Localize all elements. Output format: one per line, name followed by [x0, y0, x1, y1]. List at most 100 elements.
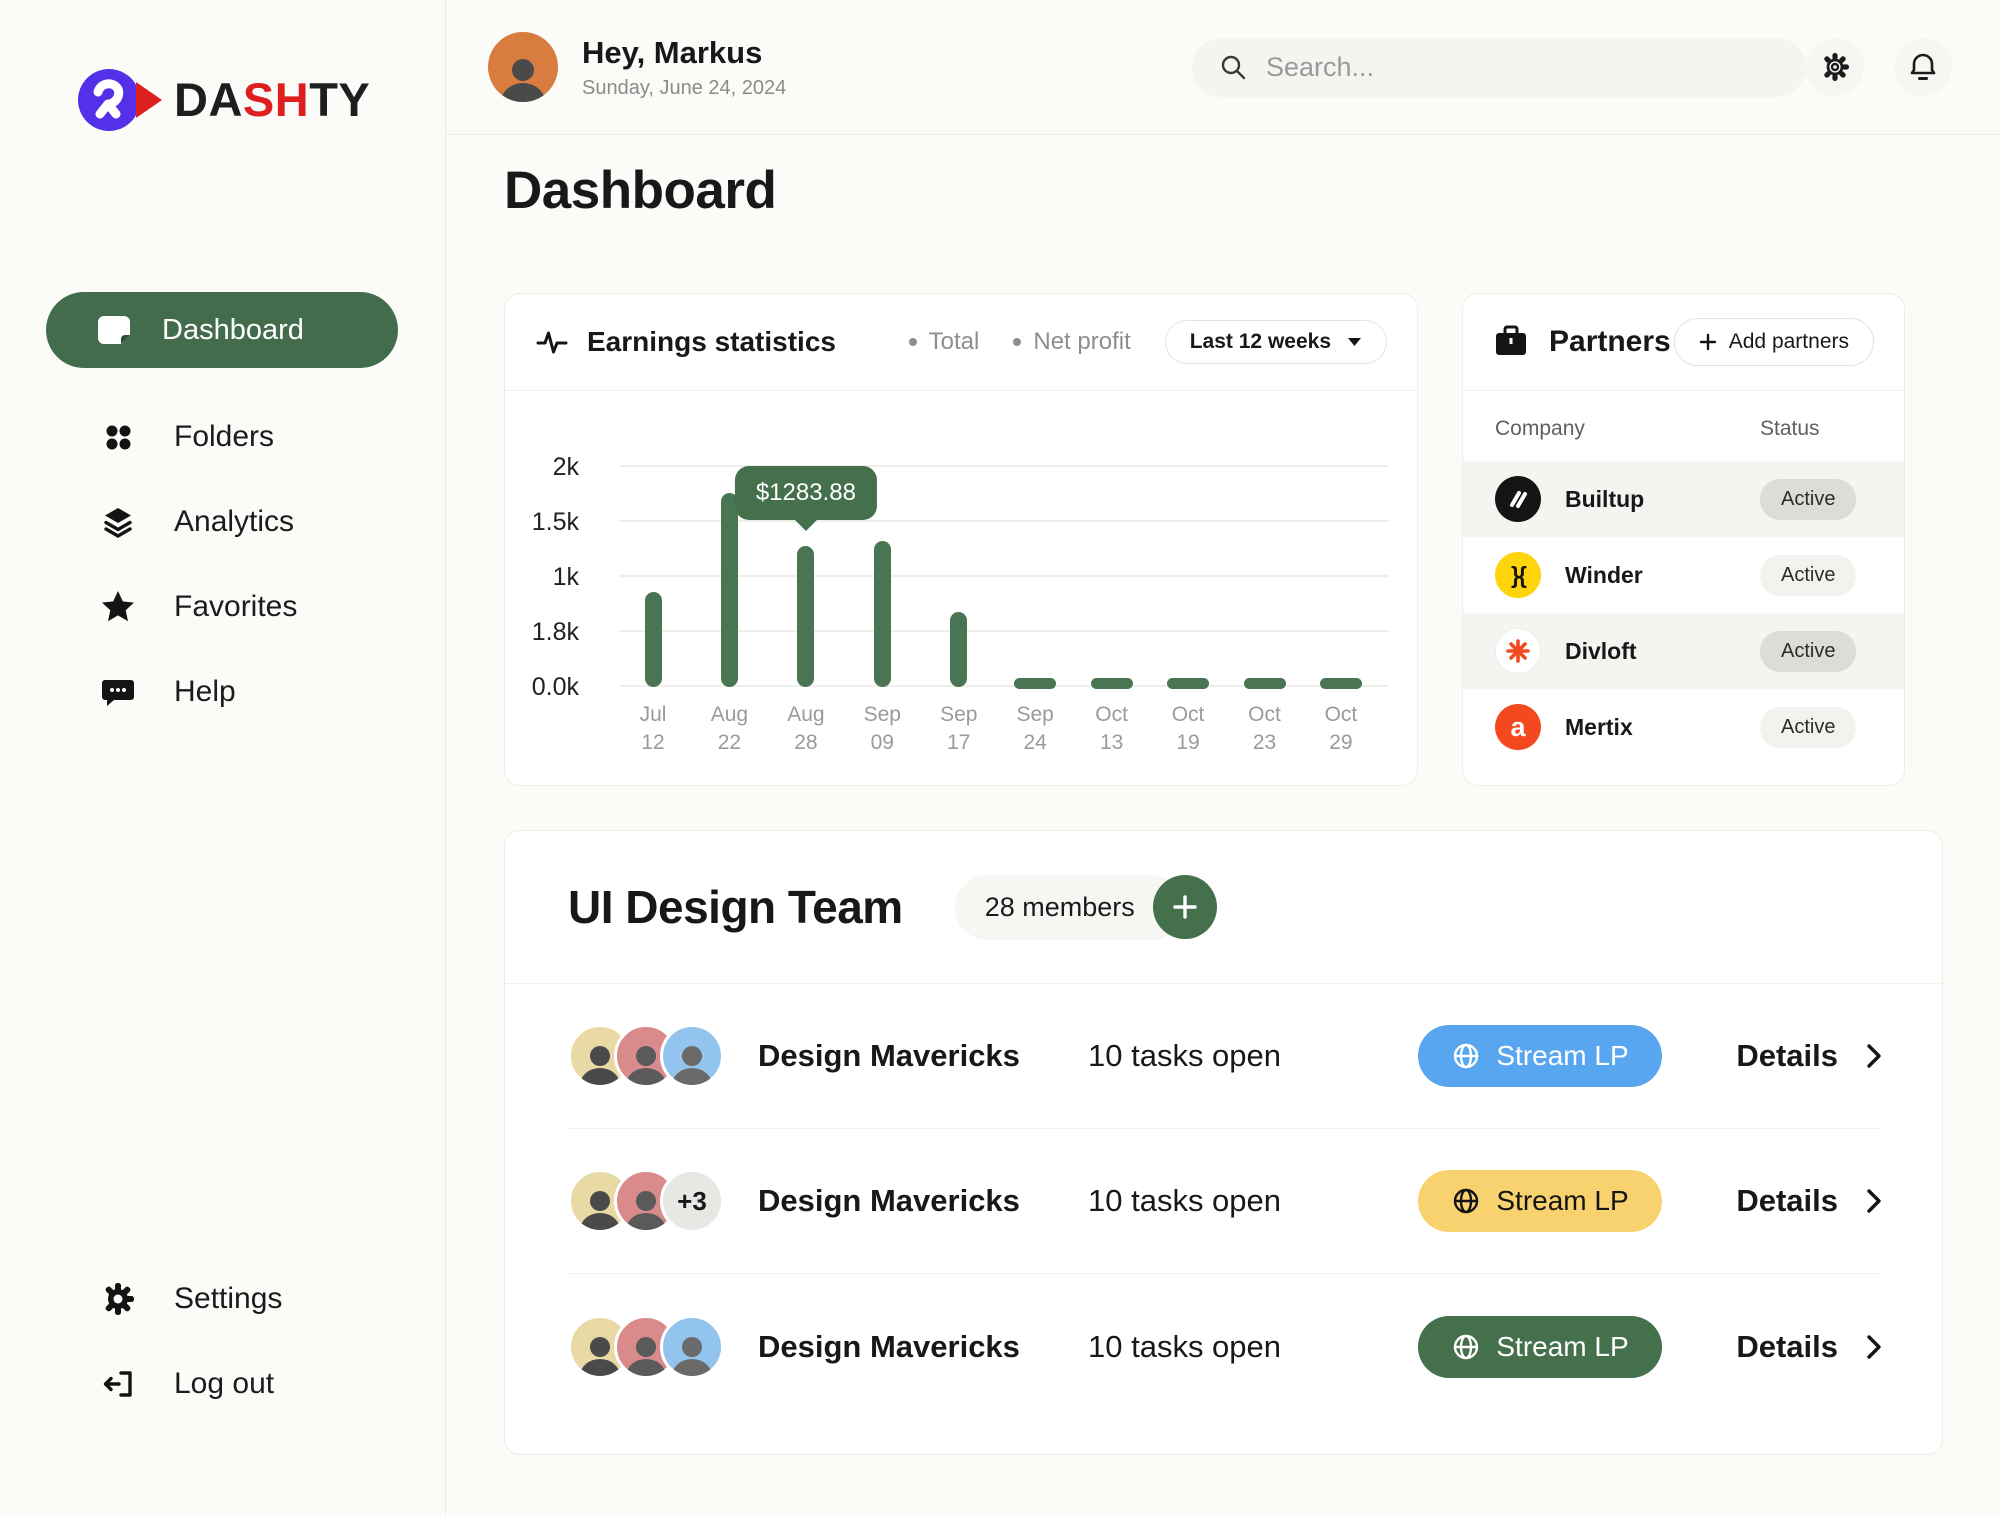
- partner-row-divloft[interactable]: Divloft Active: [1463, 613, 1904, 689]
- greeting-text: Hey, Markus: [582, 35, 786, 71]
- avatar-group: +3: [568, 1169, 758, 1233]
- chart-legend: Total Net profit: [909, 328, 1131, 356]
- gear-icon: [100, 1282, 136, 1316]
- chart-xlabel: Sep24: [1013, 701, 1057, 758]
- chart-ylabels: 2k1.5k1k1.8k0.0k: [505, 445, 619, 687]
- add-member-button[interactable]: [1153, 875, 1217, 939]
- caret-down-icon: [1347, 337, 1362, 347]
- builtup-logo: [1495, 476, 1541, 522]
- earnings-title: Earnings statistics: [587, 326, 836, 358]
- chart-bar[interactable]: [1244, 678, 1286, 689]
- search-bar[interactable]: [1192, 38, 1806, 97]
- user-avatar[interactable]: [488, 32, 558, 102]
- chart-bar[interactable]: [874, 541, 891, 687]
- chart-bar[interactable]: [1167, 678, 1209, 689]
- team-row-2: +3 Design Mavericks 10 tasks open Stream…: [568, 1129, 1882, 1274]
- chart-xlabel: Oct19: [1166, 701, 1210, 758]
- chart-bar[interactable]: [1320, 678, 1362, 689]
- chevron-right-icon: [1866, 1043, 1882, 1069]
- globe-icon: [1451, 1041, 1481, 1071]
- partner-row-winder[interactable]: }{ Winder Active: [1463, 537, 1904, 613]
- notification-bell-button[interactable]: [1894, 38, 1952, 96]
- main-area: Hey, Markus Sunday, June 24, 2024: [446, 0, 2000, 1516]
- chart-xlabel: Jul12: [631, 701, 675, 758]
- chart-xlabel: Aug22: [707, 701, 751, 758]
- sidebar-item-help[interactable]: Help: [0, 649, 445, 734]
- settings-gear-button[interactable]: [1806, 38, 1864, 96]
- team-title: UI Design Team: [568, 880, 903, 934]
- partner-row-mertix[interactable]: a Mertix Active: [1463, 689, 1904, 765]
- partners-card: Partners Add partners Company Status: [1462, 293, 1905, 786]
- stream-lp-button[interactable]: Stream LP: [1418, 1170, 1662, 1232]
- sidebar-item-label: Log out: [174, 1367, 274, 1401]
- details-link[interactable]: Details: [1736, 1183, 1882, 1219]
- chart-tooltip: $1283.88: [735, 466, 877, 520]
- team-row-1: Design Mavericks 10 tasks open Stream LP…: [568, 984, 1882, 1129]
- sidebar-item-dashboard[interactable]: Dashboard: [46, 292, 398, 368]
- team-name: Design Mavericks: [758, 1329, 1088, 1365]
- legend-item-net-profit: Net profit: [1013, 328, 1130, 356]
- sidebar-item-settings[interactable]: Settings: [0, 1256, 445, 1341]
- chart-xlabel: Oct23: [1243, 701, 1287, 758]
- sidebar-item-label: Settings: [174, 1282, 282, 1316]
- greeting-block: Hey, Markus Sunday, June 24, 2024: [582, 35, 786, 100]
- chart-bar[interactable]: [721, 493, 738, 687]
- brand-logo-icon: [74, 62, 166, 136]
- add-partners-button[interactable]: Add partners: [1674, 318, 1874, 366]
- mertix-logo: a: [1495, 704, 1541, 750]
- chart-bars: $1283.88: [619, 445, 1389, 687]
- status-badge: Active: [1760, 555, 1856, 596]
- chart-bar[interactable]: [797, 546, 814, 687]
- chart-bar[interactable]: [645, 592, 662, 687]
- chart-ytick: 1.8k: [532, 618, 579, 647]
- chart-xlabels: Jul12 Aug22 Aug28 Sep09 Sep17 Sep24 Oct13 Oct19…: [619, 701, 1389, 758]
- page-title: Dashboard: [504, 160, 776, 221]
- details-link[interactable]: Details: [1736, 1038, 1882, 1074]
- winder-logo: }{: [1495, 552, 1541, 598]
- chart-xlabel: Oct13: [1090, 701, 1134, 758]
- team-row-3: Design Mavericks 10 tasks open Stream LP…: [568, 1274, 1882, 1419]
- settings-gear-icon: [1819, 51, 1851, 83]
- column-status: Status: [1760, 417, 1872, 441]
- tasks-open: 10 tasks open: [1088, 1329, 1418, 1365]
- top-bar: Hey, Markus Sunday, June 24, 2024: [446, 0, 2000, 135]
- members-count-pill: 28 members: [955, 875, 1185, 940]
- sidebar-item-folders[interactable]: Folders: [0, 394, 445, 479]
- chart-bar[interactable]: [1014, 678, 1056, 689]
- team-name: Design Mavericks: [758, 1038, 1088, 1074]
- logout-icon: [100, 1367, 136, 1401]
- earnings-card: Earnings statistics Total Net profit Las…: [504, 293, 1418, 786]
- stream-lp-button[interactable]: Stream LP: [1418, 1025, 1662, 1087]
- chart-ytick: 0.0k: [532, 673, 579, 702]
- partner-row-builtup[interactable]: Builtup Active: [1463, 461, 1904, 537]
- star-icon: [100, 589, 136, 625]
- status-badge: Active: [1760, 479, 1856, 520]
- chart-ytick: 1.5k: [532, 508, 579, 537]
- sidebar-item-label: Dashboard: [162, 314, 304, 347]
- sidebar-item-favorites[interactable]: Favorites: [0, 564, 445, 649]
- column-company: Company: [1495, 417, 1585, 441]
- date-range-dropdown[interactable]: Last 12 weeks: [1165, 320, 1387, 364]
- sticker-icon: [96, 312, 132, 348]
- chart-xlabel: Sep09: [860, 701, 904, 758]
- chart-xlabel: Sep17: [937, 701, 981, 758]
- partners-column-headers: Company Status: [1463, 391, 1904, 461]
- sidebar-item-logout[interactable]: Log out: [0, 1341, 445, 1426]
- member-avatar: [660, 1024, 724, 1088]
- sidebar-item-label: Favorites: [174, 590, 297, 624]
- sidebar: DASHTY Dashboard Folders: [0, 0, 446, 1516]
- search-icon: [1218, 52, 1248, 82]
- date-text: Sunday, June 24, 2024: [582, 77, 786, 100]
- stream-lp-button[interactable]: Stream LP: [1418, 1316, 1662, 1378]
- chart-bar[interactable]: [950, 612, 967, 687]
- pulse-icon: [535, 325, 569, 359]
- search-input[interactable]: [1266, 52, 1780, 83]
- avatar-group: [568, 1024, 758, 1088]
- member-avatar: [660, 1315, 724, 1379]
- team-card: UI Design Team 28 members Design Maveric…: [504, 830, 1943, 1455]
- sidebar-item-analytics[interactable]: Analytics: [0, 479, 445, 564]
- chart-xlabel: Oct29: [1319, 701, 1363, 758]
- details-link[interactable]: Details: [1736, 1329, 1882, 1365]
- chart-bar[interactable]: [1091, 678, 1133, 689]
- chart-xlabel: Aug28: [784, 701, 828, 758]
